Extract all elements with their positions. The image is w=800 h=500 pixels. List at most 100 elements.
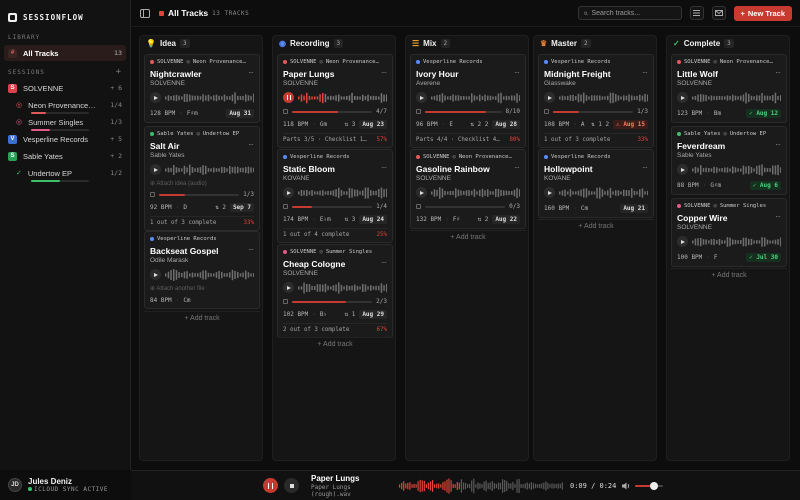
more-options-icon[interactable]: ···: [775, 212, 781, 221]
search-input[interactable]: [591, 9, 676, 17]
waveform-bar: [364, 95, 367, 100]
add-track-button[interactable]: + Add track: [410, 230, 526, 244]
more-options-icon[interactable]: ···: [775, 140, 781, 149]
checkbox-icon[interactable]: [416, 109, 421, 114]
stop-icon: [289, 483, 294, 488]
volume-slider[interactable]: [635, 481, 664, 490]
waveform-bar: [356, 285, 359, 290]
sidebar-toggle-icon[interactable]: [139, 7, 151, 19]
more-options-icon[interactable]: ···: [381, 258, 387, 267]
due-date: Aug 22: [492, 215, 520, 224]
play-button[interactable]: [416, 92, 427, 103]
track-card[interactable]: SOLVENNE ◎ Neon Provenance… ··· Little Wolf S…: [671, 54, 787, 123]
pause-button[interactable]: [283, 92, 294, 103]
play-button[interactable]: [283, 282, 294, 293]
waveform-bar: [170, 167, 172, 172]
player-waveform[interactable]: [399, 477, 564, 495]
track-card[interactable]: SOLVENNE ◎ Neon Provenance… ··· Paper Lungs S…: [277, 54, 393, 148]
waveform[interactable]: [559, 92, 648, 104]
more-options-icon[interactable]: ···: [381, 163, 387, 172]
volume-control[interactable]: [622, 481, 664, 490]
more-options-icon[interactable]: ···: [514, 163, 520, 172]
sidebar-item-count: + 2: [110, 152, 122, 160]
waveform-bar: [462, 481, 465, 490]
add-session-button[interactable]: +: [116, 67, 122, 77]
track-card[interactable]: SOLVENNE ◎ Summer Singles ··· Copper Wire SOL…: [671, 198, 787, 267]
sidebar-item-album[interactable]: ◎ Neon Provenance… 1/4: [4, 97, 126, 114]
track-card[interactable]: Sable Yates ◎ Undertow EP ··· Salt Air Sable …: [144, 126, 260, 231]
play-button[interactable]: [150, 92, 161, 103]
track-card[interactable]: Vesperline Records ··· Ivory Hour Averene 8/…: [410, 54, 526, 148]
volume-knob[interactable]: [650, 481, 659, 490]
user-panel[interactable]: JD Jules Deniz ICLOUD SYNC ACTIVE: [0, 470, 131, 500]
waveform-bar: [202, 269, 204, 279]
waveform[interactable]: [559, 186, 648, 199]
waveform[interactable]: [165, 268, 254, 281]
more-options-icon[interactable]: ···: [514, 68, 520, 77]
waveform[interactable]: [692, 163, 781, 176]
waveform[interactable]: [298, 187, 387, 199]
more-options-icon[interactable]: ···: [775, 68, 781, 77]
waveform-bar: [335, 188, 337, 197]
list-view-button[interactable]: [689, 6, 704, 20]
play-button[interactable]: [544, 187, 555, 198]
waveform[interactable]: [692, 92, 781, 104]
attach-file-link[interactable]: ⊕ Attach idea (audio): [150, 180, 254, 187]
waveform-bar: [585, 94, 588, 101]
track-card[interactable]: SOLVENNE ◎ Summer Singles ··· Cheap Cologne S…: [277, 244, 393, 338]
track-card[interactable]: Vesperline Records ··· Static Bloom KOVANE 1…: [277, 149, 393, 243]
waveform[interactable]: [165, 164, 254, 176]
checkbox-icon[interactable]: [544, 109, 549, 114]
play-button[interactable]: [283, 187, 294, 198]
play-button[interactable]: [677, 92, 688, 103]
stop-button[interactable]: [284, 478, 299, 493]
add-track-button[interactable]: + Add track: [277, 337, 393, 351]
waveform[interactable]: [165, 91, 254, 104]
checkbox-icon[interactable]: [283, 109, 288, 114]
new-track-button[interactable]: + New Track: [733, 5, 792, 21]
waveform[interactable]: [431, 186, 520, 199]
pause-button[interactable]: [263, 478, 278, 493]
checkbox-icon[interactable]: [283, 204, 288, 209]
waveform-bar: [567, 191, 569, 194]
search-box[interactable]: [577, 6, 682, 20]
attach-file-link[interactable]: ⊕ Attach another file: [150, 285, 254, 292]
play-button[interactable]: [677, 236, 688, 247]
waveform-bar: [183, 271, 186, 278]
add-track-button[interactable]: + Add track: [671, 268, 787, 282]
track-card[interactable]: Vesperline Records ··· Backseat Gospel Odil…: [144, 231, 260, 309]
more-options-icon[interactable]: ···: [248, 245, 254, 254]
checkbox-icon[interactable]: [150, 192, 155, 197]
waveform[interactable]: [298, 281, 387, 294]
track-card[interactable]: Vesperline Records ··· Hollowpoint KOVANE 16…: [538, 149, 654, 218]
checkbox-icon[interactable]: [283, 299, 288, 304]
more-options-icon[interactable]: ···: [248, 140, 254, 149]
play-button[interactable]: [416, 187, 427, 198]
sidebar-item-session[interactable]: V Vesperline Records + 5: [4, 131, 126, 147]
sidebar-item-session[interactable]: S SOLVENNE + 6: [4, 80, 126, 96]
track-card[interactable]: Sable Yates ◎ Undertow EP ··· Feverdream Sabl…: [671, 126, 787, 195]
checkbox-icon[interactable]: [416, 204, 421, 209]
more-options-icon[interactable]: ···: [642, 163, 648, 172]
more-options-icon[interactable]: ···: [381, 68, 387, 77]
play-button[interactable]: [150, 269, 161, 280]
more-options-icon[interactable]: ···: [248, 68, 254, 77]
sidebar-item-album[interactable]: ◎ Summer Singles 1/3: [4, 114, 126, 131]
add-track-button[interactable]: + Add track: [538, 219, 654, 233]
sidebar-item-all-tracks[interactable]: # All Tracks 13: [4, 45, 126, 61]
play-button[interactable]: [677, 164, 688, 175]
play-button[interactable]: [150, 164, 161, 175]
waveform[interactable]: [692, 236, 781, 248]
sidebar-item-session[interactable]: S Sable Yates + 2: [4, 148, 126, 164]
add-track-button[interactable]: + Add track: [144, 311, 260, 325]
play-button[interactable]: [544, 92, 555, 103]
track-card[interactable]: Vesperline Records ··· Midnight Freight Gla…: [538, 54, 654, 148]
inbox-button[interactable]: [711, 6, 726, 20]
track-card[interactable]: SOLVENNE ◎ Neon Provenance… ··· Nightcrawler…: [144, 54, 260, 123]
waveform-bar: [479, 189, 481, 196]
track-card[interactable]: SOLVENNE ◎ Neon Provenance… ··· Gasoline Rai…: [410, 149, 526, 229]
waveform[interactable]: [431, 92, 520, 104]
waveform[interactable]: [298, 92, 387, 104]
more-options-icon[interactable]: ···: [642, 68, 648, 77]
sidebar-item-album[interactable]: ✓ Undertow EP 1/2: [4, 165, 126, 182]
